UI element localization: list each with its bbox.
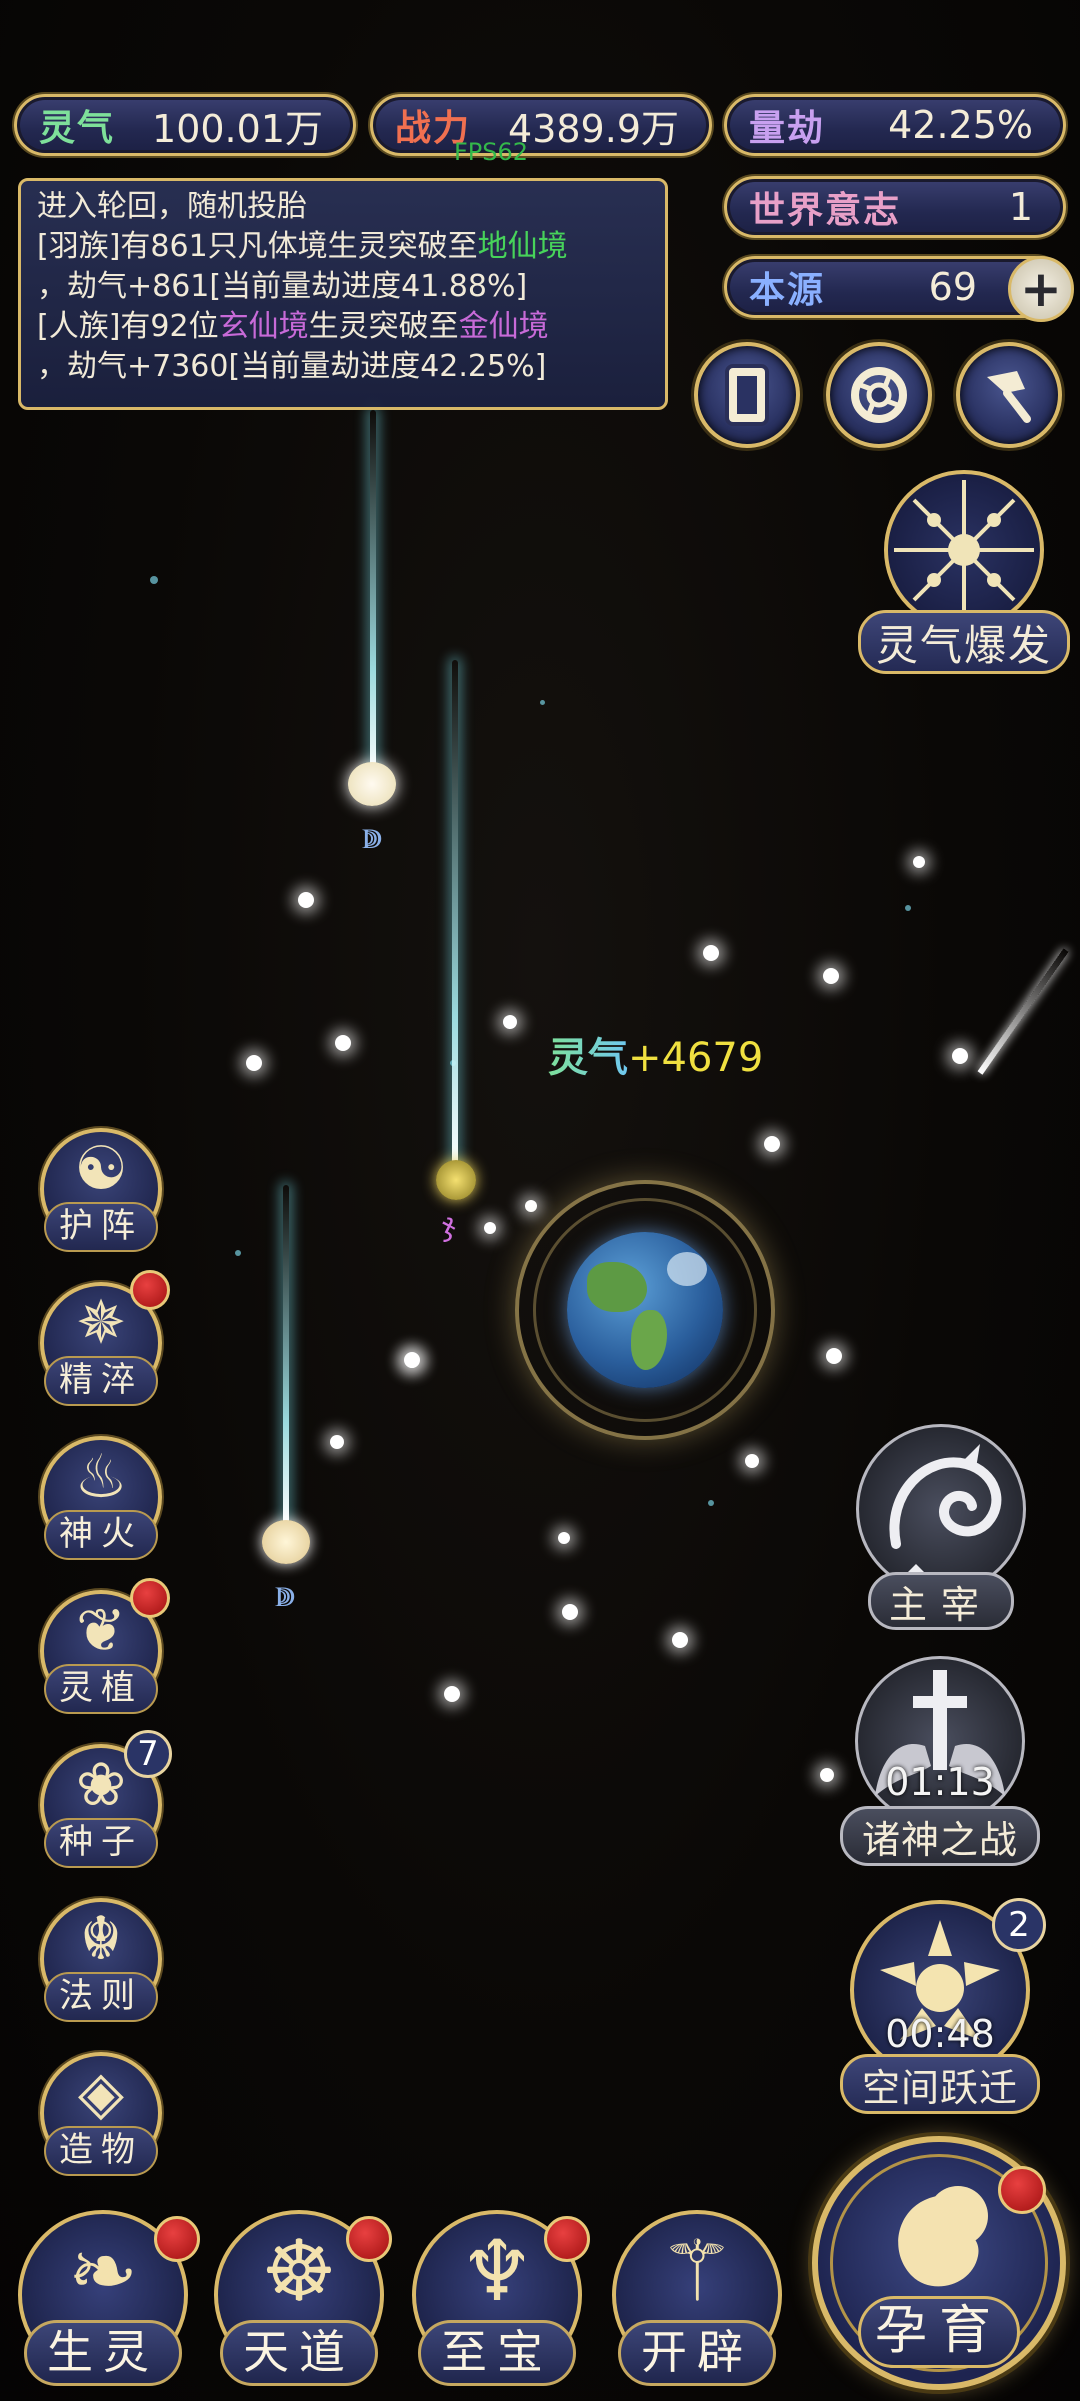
- menu-jingcui[interactable]: ✵ 精淬: [40, 1270, 170, 1408]
- scroll-button[interactable]: [694, 342, 800, 448]
- nav-kaipi[interactable]: ⚚ 开辟: [612, 2210, 782, 2390]
- zhuzai-button[interactable]: 主宰: [846, 1424, 1036, 1634]
- seed-count-badge: 7: [124, 1730, 172, 1778]
- zhushen-timer: 01:13: [885, 1760, 995, 1804]
- nav-tiandao[interactable]: ☸ 天道: [214, 2210, 392, 2390]
- starburst-icon: [894, 480, 1034, 620]
- notification-dot: [544, 2216, 590, 2262]
- nav-shengling[interactable]: ❧ 生灵: [18, 2210, 200, 2390]
- notification-dot: [346, 2216, 392, 2262]
- liangjie-stat[interactable]: 量劫 42.25%: [724, 94, 1066, 156]
- lingqi-stat[interactable]: 灵气 100.01万: [14, 94, 356, 156]
- zhushen-label: 诸神之战: [840, 1806, 1040, 1866]
- zhuzai-label: 主宰: [868, 1572, 1014, 1630]
- event-log: 进入轮回，随机投胎 [羽族]有861只凡体境生灵突破至地仙境 ，劫气+861[当…: [18, 178, 668, 410]
- vortex-icon: [851, 367, 907, 423]
- fps-counter: FPS62: [454, 138, 529, 166]
- add-benyuan-button[interactable]: +: [1008, 256, 1074, 322]
- creation-split-icon: ⚚: [659, 2222, 735, 2320]
- yunyu-button[interactable]: 孕育: [812, 2136, 1066, 2394]
- notification-dot: [998, 2166, 1046, 2214]
- yunyu-label: 孕育: [858, 2296, 1020, 2368]
- world-will-value: 1: [1008, 185, 1033, 229]
- divine-fire-icon: ♨: [74, 1442, 128, 1512]
- kongjian-jump-button[interactable]: 00:48 空间跃迁 2: [840, 1898, 1046, 2116]
- notification-dot: [130, 1578, 170, 1618]
- log-line: ，劫气+861[当前量劫进度41.88%]: [37, 269, 528, 304]
- lingqi-value: 100.01万: [152, 106, 323, 151]
- menu-huzhen[interactable]: ☯ 护阵: [40, 1128, 162, 1254]
- shooting-star: [977, 948, 1069, 1075]
- burst-label: 灵气爆发: [858, 610, 1070, 674]
- menu-shenhuo[interactable]: ♨ 神火: [40, 1436, 162, 1562]
- benyuan-value: 69: [928, 265, 977, 309]
- notification-dot: [154, 2216, 200, 2262]
- kongjian-timer: 00:48: [885, 2012, 995, 2056]
- benyuan-label: 本源: [749, 270, 826, 311]
- yin-yang-icon: ☯: [74, 1134, 128, 1204]
- creation-icon: ◈: [77, 2058, 125, 2128]
- kongjian-label: 空间跃迁: [840, 2054, 1040, 2114]
- plus-icon: +: [1020, 260, 1062, 318]
- menu-lingzhi[interactable]: ❦ 灵植: [40, 1578, 170, 1716]
- world-will-label: 世界意志: [749, 190, 902, 231]
- vortex-button[interactable]: [826, 342, 932, 448]
- log-line: 进入轮回，随机投胎: [37, 189, 307, 224]
- liangjie-label: 量劫: [749, 108, 826, 149]
- zhanli-stat[interactable]: 战力 4389.9万: [370, 94, 712, 156]
- nav-zhibao[interactable]: ♆ 至宝: [412, 2210, 590, 2390]
- dragon-icon: [889, 1444, 1002, 1584]
- scroll-icon: [725, 364, 769, 426]
- zhushen-war-button[interactable]: 01:13 诸神之战: [840, 1656, 1040, 1870]
- lingqi-label: 灵气: [39, 108, 116, 149]
- axe-icon: [987, 371, 1031, 423]
- law-icon: ☬: [79, 1904, 123, 1974]
- liangjie-value: 42.25%: [888, 103, 1033, 147]
- kongjian-count-badge: 2: [992, 1898, 1046, 1952]
- axe-button[interactable]: [956, 342, 1062, 448]
- world-planet[interactable]: [515, 1180, 775, 1440]
- menu-zaowu[interactable]: ◈ 造物: [40, 2052, 162, 2178]
- menu-zhongzi[interactable]: ❀ 种子 7: [40, 1730, 172, 1870]
- world-will-stat[interactable]: 世界意志 1: [724, 176, 1066, 238]
- log-line: [羽族]有861只凡体境生灵突破至地仙境: [37, 229, 568, 264]
- log-line: [人族]有92位玄仙境生灵突破至金仙境: [37, 309, 549, 344]
- log-line: ，劫气+7360[当前量劫进度42.25%]: [37, 349, 547, 384]
- spirit-burst-button[interactable]: 灵气爆发: [858, 470, 1070, 680]
- lingqi-gain-popup: 灵气+4679: [548, 1035, 764, 1081]
- notification-dot: [130, 1270, 170, 1310]
- zhanli-value: 4389.9万: [508, 106, 679, 151]
- menu-faze[interactable]: ☬ 法则: [40, 1898, 162, 2024]
